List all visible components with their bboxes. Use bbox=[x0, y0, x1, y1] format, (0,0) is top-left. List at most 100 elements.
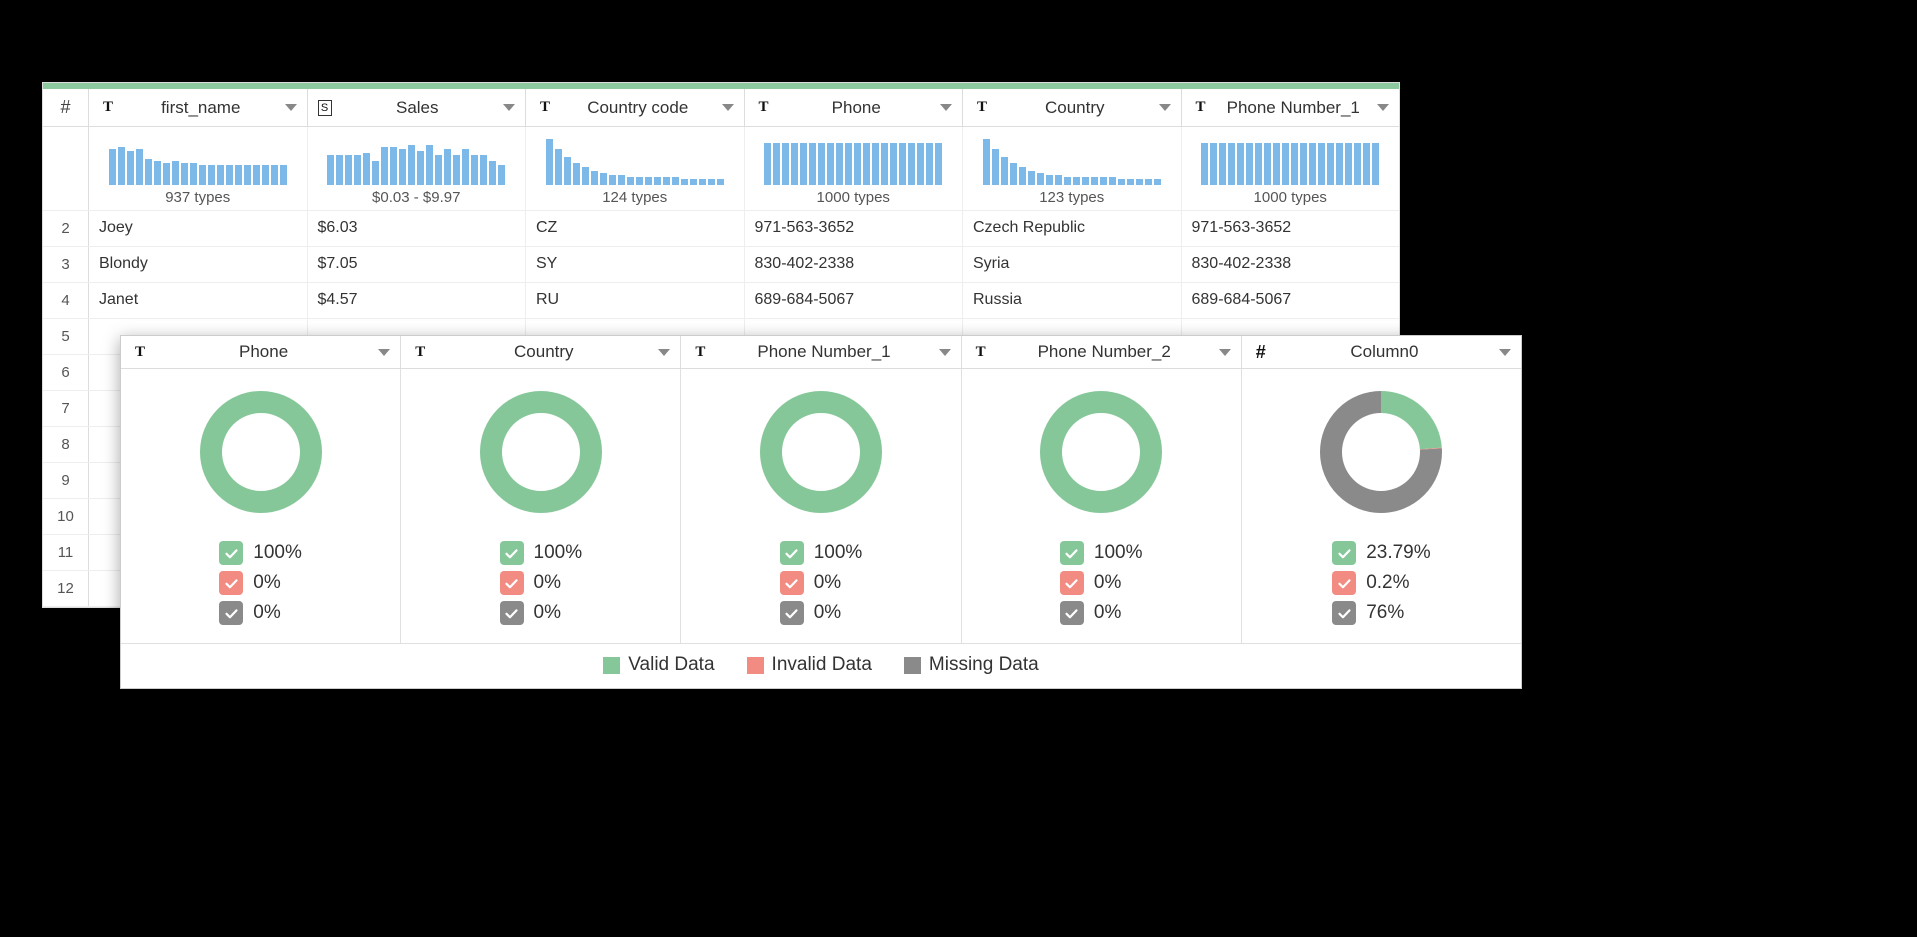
stat-invalid-value: 0% bbox=[253, 572, 280, 594]
column-header-country-code[interactable]: TCountry code bbox=[526, 89, 745, 126]
chevron-down-icon[interactable] bbox=[658, 349, 670, 356]
column-name: first_name bbox=[125, 98, 277, 118]
distribution-bars bbox=[316, 137, 518, 185]
chevron-down-icon[interactable] bbox=[378, 349, 390, 356]
stat-invalid-value: 0% bbox=[814, 572, 841, 594]
chevron-down-icon[interactable] bbox=[503, 104, 515, 111]
table-cell[interactable]: 971-563-3652 bbox=[1182, 211, 1400, 246]
table-cell[interactable]: 830-402-2338 bbox=[1182, 247, 1400, 282]
column-header-sales[interactable]: SSales bbox=[308, 89, 527, 126]
check-icon bbox=[1332, 571, 1356, 595]
legend-invalid-swatch bbox=[747, 657, 764, 674]
chevron-down-icon[interactable] bbox=[1159, 104, 1171, 111]
table-cell[interactable]: 971-563-3652 bbox=[745, 211, 964, 246]
distribution-label: $0.03 - $9.97 bbox=[316, 189, 518, 206]
table-cell[interactable]: Janet bbox=[89, 283, 308, 318]
column-profile-first_name[interactable]: 937 types bbox=[89, 127, 308, 210]
chevron-down-icon[interactable] bbox=[1377, 104, 1389, 111]
stat-invalid-value: 0.2% bbox=[1366, 572, 1409, 594]
distribution-label: 1000 types bbox=[1190, 189, 1392, 206]
column-profile-phone-number_1[interactable]: 1000 types bbox=[1182, 127, 1400, 210]
chevron-down-icon[interactable] bbox=[722, 104, 734, 111]
chevron-down-icon[interactable] bbox=[939, 349, 951, 356]
quality-cell-phone-number_2: 100% 0% 0% bbox=[962, 369, 1242, 643]
column-header-phone-number_1[interactable]: TPhone Number_1 bbox=[1182, 89, 1400, 126]
column-profile-phone[interactable]: 1000 types bbox=[745, 127, 964, 210]
table-row[interactable]: 3Blondy$7.05SY830-402-2338Syria830-402-2… bbox=[43, 247, 1399, 283]
table-cell[interactable]: $4.57 bbox=[308, 283, 527, 318]
check-icon bbox=[780, 541, 804, 565]
check-icon bbox=[1332, 601, 1356, 625]
check-icon bbox=[500, 541, 524, 565]
table-cell[interactable]: 689-684-5067 bbox=[1182, 283, 1400, 318]
quality-cell-column0: 23.79% 0.2% 76% bbox=[1242, 369, 1521, 643]
stat-valid: 100% bbox=[1060, 541, 1143, 565]
distribution-bars bbox=[971, 137, 1173, 185]
distribution-bars bbox=[534, 137, 736, 185]
stat-valid-value: 100% bbox=[814, 542, 863, 564]
stat-missing-value: 0% bbox=[253, 602, 280, 624]
table-cell[interactable]: $7.05 bbox=[308, 247, 527, 282]
stat-invalid: 0% bbox=[1060, 571, 1143, 595]
table-cell[interactable]: 830-402-2338 bbox=[745, 247, 964, 282]
quality-donut bbox=[756, 387, 886, 517]
stat-missing: 76% bbox=[1332, 601, 1430, 625]
distribution-bars bbox=[753, 137, 955, 185]
column-profile-country[interactable]: 123 types bbox=[963, 127, 1182, 210]
quality-column-header-phone-number_2[interactable]: TPhone Number_2 bbox=[962, 336, 1242, 368]
quality-column-headers: TPhoneTCountryTPhone Number_1TPhone Numb… bbox=[121, 336, 1521, 369]
table-cell[interactable]: Syria bbox=[963, 247, 1182, 282]
column-name: Column0 bbox=[1278, 342, 1491, 362]
type-icon: T bbox=[411, 343, 429, 361]
table-cell[interactable]: RU bbox=[526, 283, 745, 318]
chevron-down-icon[interactable] bbox=[1499, 349, 1511, 356]
row-number-header-blank bbox=[43, 127, 89, 210]
chevron-down-icon[interactable] bbox=[940, 104, 952, 111]
column-header-country[interactable]: TCountry bbox=[963, 89, 1182, 126]
quality-column-header-phone[interactable]: TPhone bbox=[121, 336, 401, 368]
table-row[interactable]: 4Janet$4.57RU689-684-5067Russia689-684-5… bbox=[43, 283, 1399, 319]
quality-stats: 23.79% 0.2% 76% bbox=[1332, 535, 1430, 631]
quality-donut bbox=[196, 387, 326, 517]
quality-donut bbox=[476, 387, 606, 517]
column-profile-row: 937 types $0.03 - $9.97 124 types 1000 type… bbox=[43, 127, 1399, 211]
quality-donut bbox=[1036, 387, 1166, 517]
table-cell[interactable]: Russia bbox=[963, 283, 1182, 318]
distribution-label: 124 types bbox=[534, 189, 736, 206]
quality-cell-phone: 100% 0% 0% bbox=[121, 369, 401, 643]
distribution-label: 123 types bbox=[971, 189, 1173, 206]
stat-valid: 100% bbox=[780, 541, 863, 565]
table-cell[interactable]: Czech Republic bbox=[963, 211, 1182, 246]
distribution-label: 1000 types bbox=[753, 189, 955, 206]
row-number: 8 bbox=[43, 427, 89, 462]
table-row[interactable]: 2Joey$6.03CZ971-563-3652Czech Republic97… bbox=[43, 211, 1399, 247]
quality-column-header-country[interactable]: TCountry bbox=[401, 336, 681, 368]
quality-column-header-column0[interactable]: #Column0 bbox=[1242, 336, 1521, 368]
chevron-down-icon[interactable] bbox=[1219, 349, 1231, 356]
table-cell[interactable]: CZ bbox=[526, 211, 745, 246]
quality-column-header-phone-number_1[interactable]: TPhone Number_1 bbox=[681, 336, 961, 368]
stat-valid: 23.79% bbox=[1332, 541, 1430, 565]
column-profile-country-code[interactable]: 124 types bbox=[526, 127, 745, 210]
quality-donut bbox=[1316, 387, 1446, 517]
column-profile-sales[interactable]: $0.03 - $9.97 bbox=[308, 127, 527, 210]
stat-missing: 0% bbox=[1060, 601, 1143, 625]
column-header-phone[interactable]: TPhone bbox=[745, 89, 964, 126]
chevron-down-icon[interactable] bbox=[285, 104, 297, 111]
table-cell[interactable]: 689-684-5067 bbox=[745, 283, 964, 318]
column-header-first_name[interactable]: Tfirst_name bbox=[89, 89, 308, 126]
distribution-bars bbox=[1190, 137, 1392, 185]
stat-invalid-value: 0% bbox=[1094, 572, 1121, 594]
table-cell[interactable]: SY bbox=[526, 247, 745, 282]
check-icon bbox=[1060, 571, 1084, 595]
table-cell[interactable]: Joey bbox=[89, 211, 308, 246]
row-number: 9 bbox=[43, 463, 89, 498]
distribution-bars bbox=[97, 137, 299, 185]
row-number: 5 bbox=[43, 319, 89, 354]
type-icon: S bbox=[318, 100, 332, 116]
stat-missing-value: 0% bbox=[1094, 602, 1121, 624]
stat-missing: 0% bbox=[500, 601, 583, 625]
table-cell[interactable]: Blondy bbox=[89, 247, 308, 282]
stat-valid-value: 100% bbox=[253, 542, 302, 564]
table-cell[interactable]: $6.03 bbox=[308, 211, 527, 246]
